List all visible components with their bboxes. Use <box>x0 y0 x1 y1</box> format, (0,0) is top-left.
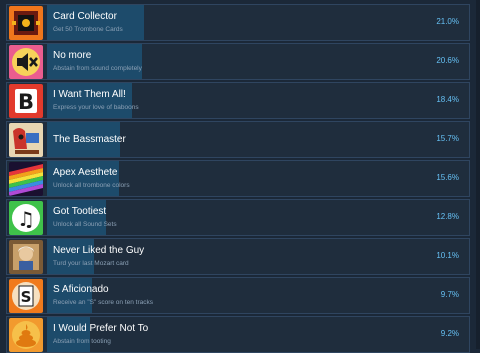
achievement-title: No more <box>53 50 92 61</box>
card-collector-icon <box>9 6 43 40</box>
achievement-description: Unlock all trombone colors <box>53 182 130 189</box>
achievement-row: Never Liked the Guy Turd your last Mozar… <box>6 238 470 275</box>
achievement-title: I Would Prefer Not To <box>53 323 149 334</box>
achievement-row: The Bassmaster 15.7% <box>6 121 470 158</box>
achievement-description: Express your love of baboons <box>53 104 139 111</box>
achievement-description: Abstain from sound completely <box>53 65 142 72</box>
achievement-title: The Bassmaster <box>53 134 126 145</box>
scrollbar-track[interactable] <box>476 0 480 349</box>
turd-icon <box>9 318 43 352</box>
achievement-percent: 9.2% <box>440 329 459 338</box>
achievement-title: S Aficionado <box>53 284 109 295</box>
achievement-percent: 10.1% <box>436 251 459 260</box>
achievement-percent: 15.6% <box>436 173 459 182</box>
s-score-icon: S <box>9 279 43 313</box>
achievement-percent: 9.7% <box>440 290 459 299</box>
achievement-row: Apex Aesthete Unlock all trombone colors… <box>6 160 470 197</box>
achievement-percent: 20.6% <box>436 56 459 65</box>
achievement-description: Get 50 Trombone Cards <box>53 26 123 33</box>
achievement-description: Abstain from tooting <box>53 338 111 345</box>
achievement-title: Apex Aesthete <box>53 167 118 178</box>
achievement-row: No more Abstain from sound completely 20… <box>6 43 470 80</box>
mozart-portrait-icon <box>9 240 43 274</box>
rainbow-trombone-icon <box>9 162 43 196</box>
achievement-description: Turd your last Mozart card <box>53 260 129 267</box>
achievement-row: B I Want Them All! Express your love of … <box>6 82 470 119</box>
music-notes-icon: ♫ <box>9 201 43 235</box>
achievement-percent: 18.4% <box>436 95 459 104</box>
achievement-row: S S Aficionado Receive an "S" score on t… <box>6 277 470 314</box>
achievement-description: Receive an "S" score on ten tracks <box>53 299 153 306</box>
achievement-title: Card Collector <box>53 11 117 22</box>
achievement-title: Never Liked the Guy <box>53 245 145 256</box>
achievement-list: Card Collector Get 50 Trombone Cards 21.… <box>0 0 480 353</box>
bassmaster-icon <box>9 123 43 157</box>
letter-b-icon: B <box>9 84 43 118</box>
achievement-row: ♫ Got Tootiest Unlock all Sound Sets 12.… <box>6 199 470 236</box>
achievement-title: I Want Them All! <box>53 89 126 100</box>
achievement-row: Card Collector Get 50 Trombone Cards 21.… <box>6 4 470 41</box>
achievement-percent: 15.7% <box>436 134 459 143</box>
svg-text:♫: ♫ <box>17 207 35 231</box>
achievement-title: Got Tootiest <box>53 206 107 217</box>
achievement-percent: 12.8% <box>436 212 459 221</box>
mute-icon <box>9 45 43 79</box>
achievement-percent: 21.0% <box>436 17 459 26</box>
achievement-description: Unlock all Sound Sets <box>53 221 117 228</box>
svg-text:S: S <box>21 288 32 306</box>
achievement-row: I Would Prefer Not To Abstain from tooti… <box>6 316 470 353</box>
svg-text:B: B <box>18 90 34 114</box>
